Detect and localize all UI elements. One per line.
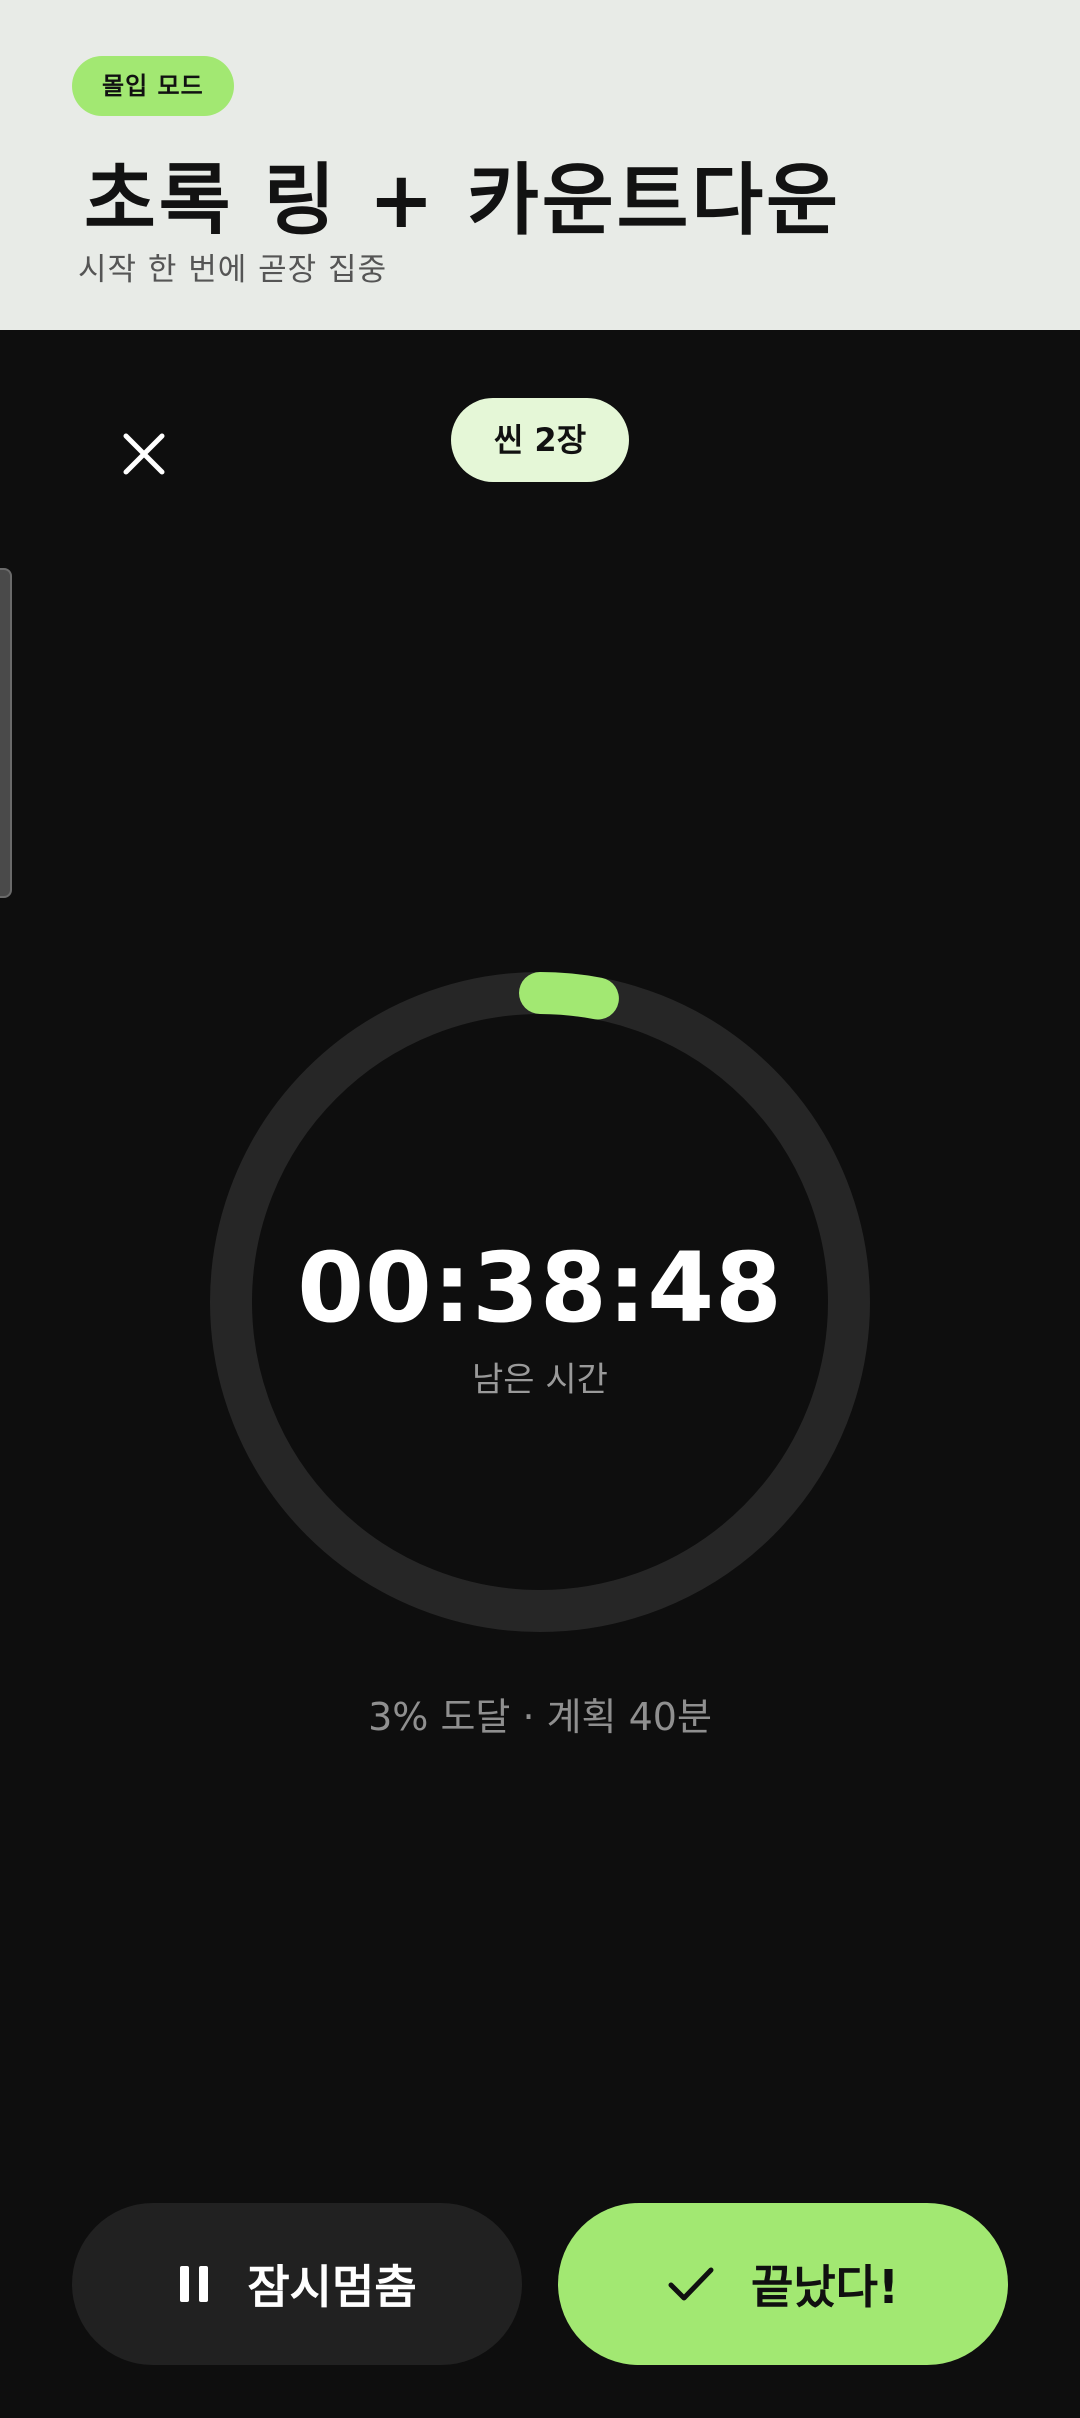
close-icon (123, 433, 165, 475)
remaining-time: 00:38:48 (297, 1232, 783, 1344)
page-subtitle: 시작 한 번에 곧장 집중 (78, 252, 388, 288)
preview-header: 몰입 모드 초록 링 + 카운트다운 시작 한 번에 곧장 집중 (0, 0, 1080, 330)
pause-icon (177, 2264, 211, 2304)
finish-button-label: 끝났다! (751, 2260, 899, 2314)
close-button[interactable] (104, 414, 184, 494)
finish-button[interactable]: 끝났다! (558, 2203, 1008, 2365)
focus-timer-screen: 씬 2장 00:38:48 남은 시간 3% 도달 · 계획 40분 잠시멈춤 … (0, 330, 1080, 2418)
pause-button-label: 잠시멈춤 (247, 2260, 417, 2314)
progress-summary: 3% 도달 · 계획 40분 (368, 1695, 712, 1739)
pause-button[interactable]: 잠시멈춤 (72, 2203, 522, 2365)
scene-chip[interactable]: 씬 2장 (451, 398, 629, 482)
mode-badge: 몰입 모드 (72, 56, 234, 116)
remaining-time-label: 남은 시간 (472, 1360, 608, 1400)
edge-panel-handle[interactable] (0, 568, 12, 898)
check-icon (667, 2264, 715, 2304)
timer-ring: 00:38:48 남은 시간 (210, 972, 870, 1632)
page-title: 초록 링 + 카운트다운 (84, 156, 841, 246)
